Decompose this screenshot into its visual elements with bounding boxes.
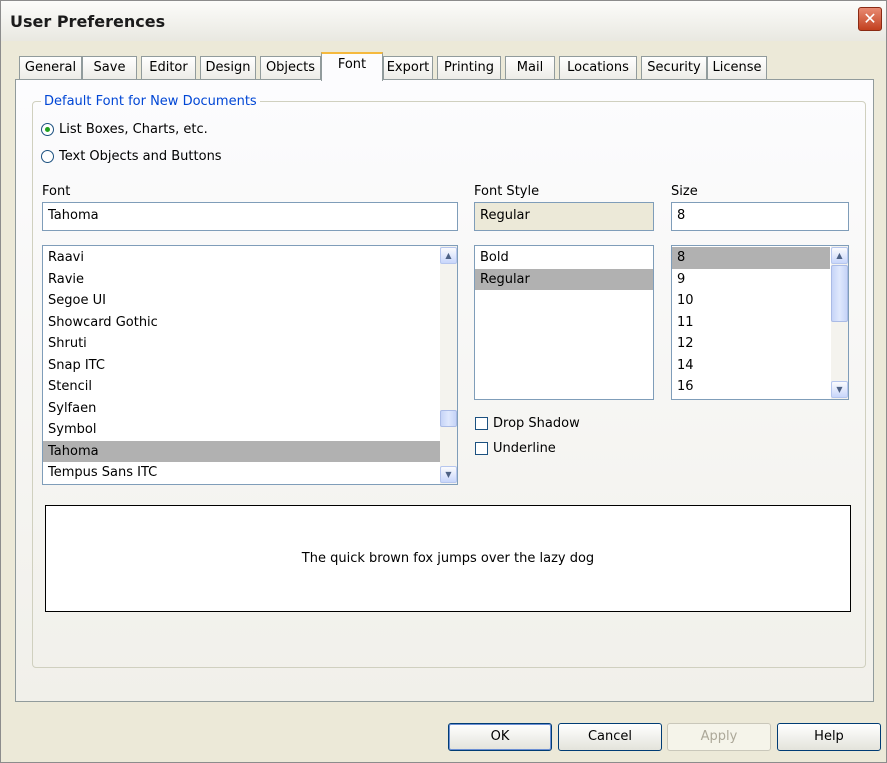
tab-design[interactable]: Design	[200, 56, 256, 80]
font-list-item[interactable]: Segoe UI	[43, 290, 457, 312]
font-label: Font	[42, 184, 71, 199]
size-list-item[interactable]: 11	[672, 312, 830, 334]
size-list-item[interactable]: 9	[672, 269, 830, 291]
underline-label: Underline	[493, 441, 556, 456]
font-list-item[interactable]: Showcard Gothic	[43, 312, 457, 334]
font-style-input[interactable]: Regular	[474, 202, 654, 231]
size-listbox[interactable]: 8 9 10 11 12 14 16 ▲ ▼	[671, 245, 849, 400]
radio-text-objects-button[interactable]	[41, 150, 54, 163]
font-list-item[interactable]: Snap ITC	[43, 355, 457, 377]
size-list-item[interactable]: 14	[672, 355, 830, 377]
tab-locations[interactable]: Locations	[559, 56, 637, 80]
font-listbox[interactable]: Raavi Ravie Segoe UI Showcard Gothic Shr…	[42, 245, 458, 485]
window-title: User Preferences	[10, 12, 166, 31]
radio-list-boxes-label: List Boxes, Charts, etc.	[59, 122, 208, 137]
size-scroll-thumb[interactable]	[831, 265, 848, 322]
tab-objects[interactable]: Objects	[260, 56, 321, 80]
close-icon: ✕	[863, 9, 877, 28]
help-button[interactable]: Help	[777, 723, 881, 751]
font-tab-panel: Default Font for New Documents List Boxe…	[15, 79, 874, 702]
font-preview-box: The quick brown fox jumps over the lazy …	[45, 505, 851, 612]
font-list-item[interactable]: Symbol	[43, 419, 457, 441]
tab-license[interactable]: License	[707, 56, 767, 80]
radio-text-objects-label: Text Objects and Buttons	[59, 149, 222, 164]
drop-shadow-checkbox[interactable]	[475, 417, 488, 430]
tab-editor[interactable]: Editor	[141, 56, 196, 80]
close-button[interactable]: ✕	[858, 7, 882, 31]
font-scroll-thumb[interactable]	[440, 410, 457, 427]
cancel-button[interactable]: Cancel	[558, 723, 662, 751]
font-list-item[interactable]: Stencil	[43, 376, 457, 398]
ok-button[interactable]: OK	[448, 723, 552, 751]
size-list-item[interactable]: 12	[672, 333, 830, 355]
size-input[interactable]: 8	[671, 202, 849, 231]
scroll-down-arrow-icon[interactable]: ▼	[440, 466, 457, 483]
font-list-item[interactable]: Ravie	[43, 269, 457, 291]
font-input[interactable]: Tahoma	[42, 202, 458, 231]
apply-button[interactable]: Apply	[667, 723, 771, 751]
scroll-up-arrow-icon[interactable]: ▲	[440, 247, 457, 264]
radio-list-boxes[interactable]: List Boxes, Charts, etc.	[41, 122, 208, 137]
font-style-label: Font Style	[474, 184, 540, 199]
size-scrollbar[interactable]: ▲ ▼	[831, 246, 848, 399]
group-legend: Default Font for New Documents	[41, 94, 260, 109]
user-preferences-dialog: User Preferences ✕ General Save Editor D…	[0, 0, 887, 763]
font-list-item[interactable]: Shruti	[43, 333, 457, 355]
font-scrollbar[interactable]: ▲ ▼	[440, 246, 457, 484]
title-bar[interactable]: User Preferences ✕	[1, 1, 886, 41]
font-style-listbox[interactable]: Bold Regular	[474, 245, 654, 400]
font-style-list-item[interactable]: Bold	[475, 247, 653, 269]
font-style-list-item-selected[interactable]: Regular	[475, 268, 653, 290]
size-list-item-selected[interactable]: 8	[672, 247, 830, 269]
tab-mail[interactable]: Mail	[505, 56, 555, 80]
scroll-up-arrow-icon[interactable]: ▲	[831, 247, 848, 264]
font-list-item-selected[interactable]: Tahoma	[43, 440, 457, 462]
preview-text: The quick brown fox jumps over the lazy …	[301, 551, 595, 566]
tab-printing[interactable]: Printing	[437, 56, 501, 80]
font-list-item[interactable]: Raavi	[43, 247, 457, 269]
tab-font[interactable]: Font	[321, 52, 383, 81]
font-list-item[interactable]: Tempus Sans ITC	[43, 462, 457, 484]
tab-export[interactable]: Export	[383, 56, 433, 80]
tab-save[interactable]: Save	[82, 56, 137, 80]
scroll-down-arrow-icon[interactable]: ▼	[831, 381, 848, 398]
size-label: Size	[671, 184, 698, 199]
drop-shadow-label: Drop Shadow	[493, 416, 580, 431]
font-list-item[interactable]: Sylfaen	[43, 398, 457, 420]
size-list-item[interactable]: 16	[672, 376, 830, 398]
tab-general[interactable]: General	[19, 56, 82, 80]
tab-security[interactable]: Security	[641, 56, 707, 80]
radio-text-objects[interactable]: Text Objects and Buttons	[41, 149, 222, 164]
radio-list-boxes-button[interactable]	[41, 123, 54, 136]
size-list-item[interactable]: 10	[672, 290, 830, 312]
underline-checkbox-row[interactable]: Underline	[475, 441, 556, 456]
underline-checkbox[interactable]	[475, 442, 488, 455]
drop-shadow-checkbox-row[interactable]: Drop Shadow	[475, 416, 580, 431]
